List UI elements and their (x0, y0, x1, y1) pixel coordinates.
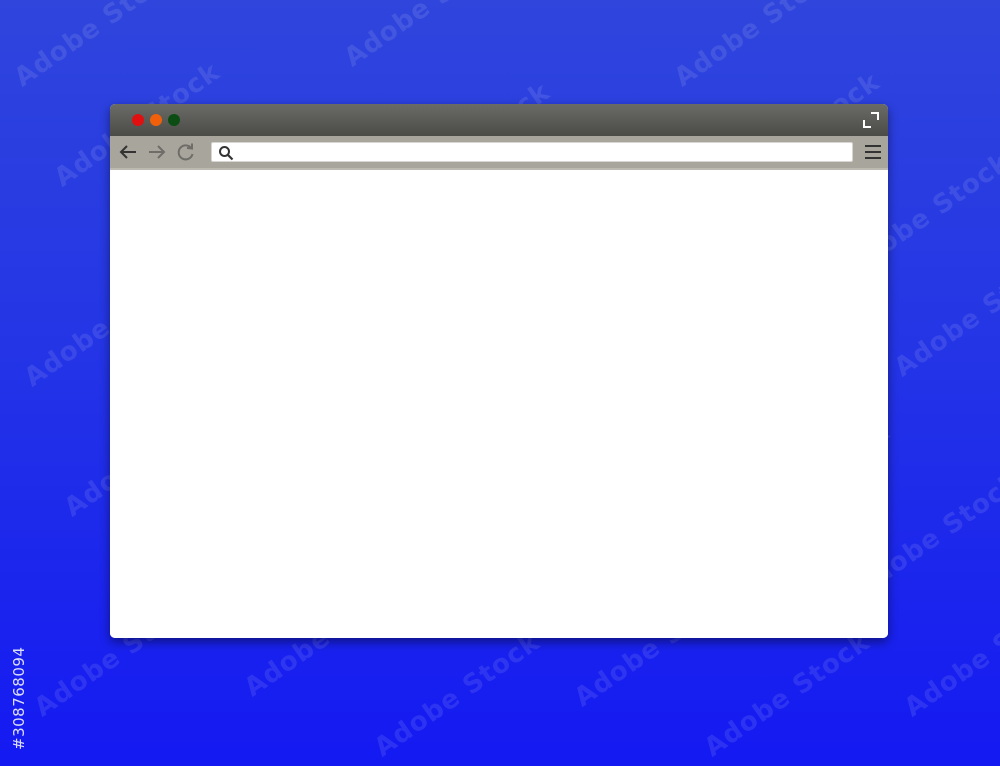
arrow-right-icon[interactable] (147, 142, 167, 162)
browser-window (110, 104, 888, 638)
search-icon (219, 146, 234, 161)
stock-id-label: #308768094 (10, 646, 28, 750)
watermark-text: Adobe Stock (898, 586, 1000, 724)
title-bar (110, 104, 888, 136)
minimize-window-button[interactable] (150, 114, 162, 126)
watermark-text: Adobe Stock (888, 246, 1000, 384)
browser-toolbar (110, 136, 888, 170)
reload-icon[interactable] (176, 142, 196, 162)
watermark-text: Adobe Stock (8, 0, 186, 94)
address-bar[interactable] (211, 142, 853, 162)
address-input[interactable] (240, 143, 848, 161)
watermark-text: Adobe Stock (368, 626, 546, 764)
watermark-text: Adobe Stock (338, 0, 516, 74)
close-window-button[interactable] (132, 114, 144, 126)
fullscreen-icon[interactable] (862, 111, 880, 129)
hamburger-menu-icon[interactable] (864, 143, 882, 161)
arrow-left-icon[interactable] (118, 142, 138, 162)
page-content-area[interactable] (110, 170, 888, 638)
watermark-text: Adobe Stock (698, 626, 876, 764)
watermark-text: Adobe Stock (668, 0, 846, 94)
maximize-window-button[interactable] (168, 114, 180, 126)
